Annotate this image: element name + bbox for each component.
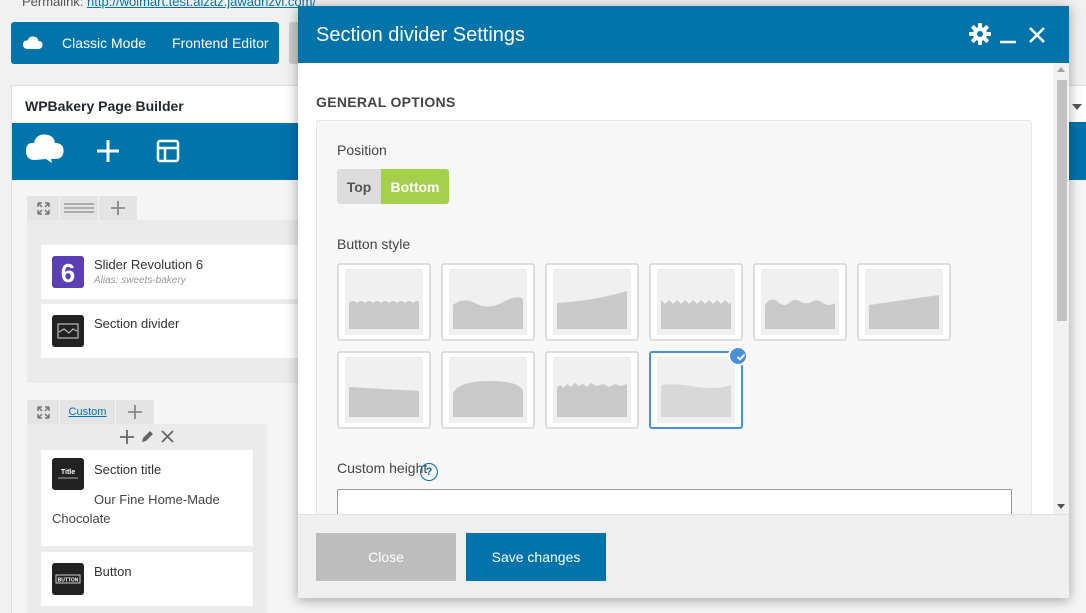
permalink-url[interactable]: http://wolmart.test.aizaz.jawadrizvi.com… [87, 0, 316, 9]
row-add-icon[interactable] [99, 196, 137, 220]
frontend-editor-button[interactable]: Frontend Editor [172, 35, 269, 51]
svg-text:6: 6 [61, 258, 75, 288]
position-label: Position [337, 142, 387, 158]
gear-icon[interactable] [969, 23, 991, 50]
section-title-icon: Title [52, 458, 84, 490]
save-changes-button[interactable]: Save changes [466, 533, 606, 581]
column-edit-icon[interactable] [140, 430, 154, 449]
general-options-panel: Position Top Bottom Button style Custom … [316, 120, 1032, 514]
caret-down-icon[interactable] [1072, 97, 1082, 115]
row2-controls: Custom [27, 400, 155, 424]
wpbakery-logo-icon[interactable] [26, 133, 64, 168]
element-slider-revolution[interactable]: 6 Slider Revolution 6 Alias: sweets-bake… [41, 245, 313, 299]
element-text: Our Fine Home-Made Chocolate [52, 492, 220, 526]
add-element-icon[interactable] [96, 139, 120, 168]
classic-mode-button[interactable]: Classic Mode [62, 35, 146, 51]
element-button[interactable]: BUTTON Button [41, 552, 253, 606]
modal-scrollbar[interactable] [1053, 63, 1069, 514]
slider-revolution-icon: 6 [52, 256, 84, 288]
element-section-divider[interactable]: Section divider [41, 304, 313, 358]
help-icon[interactable]: ? [420, 463, 438, 481]
templates-icon[interactable] [156, 139, 180, 168]
row2-column: Title Section title Our Fine Home-Made C… [27, 424, 267, 613]
style-option-slope-up[interactable] [857, 263, 951, 341]
style-option-waves-small[interactable] [337, 263, 431, 341]
style-option-slope-down[interactable] [337, 351, 431, 429]
permalink-label: Permalink: [22, 0, 84, 9]
element-title: Section divider [94, 316, 180, 331]
style-option-soft-wave[interactable] [649, 346, 748, 429]
scroll-up-arrow-icon[interactable] [1057, 67, 1065, 72]
permalink: Permalink: http://wolmart.test.aizaz.jaw… [22, 0, 316, 9]
modal-title: Section divider Settings [316, 24, 526, 46]
style-option-rough-top[interactable] [545, 351, 639, 429]
style-option-hill-wave[interactable] [441, 263, 535, 341]
section-heading: GENERAL OPTIONS [316, 94, 456, 110]
modal-header: Section divider Settings [298, 6, 1069, 63]
position-option-top[interactable]: Top [337, 169, 381, 204]
wpbakery-logo-icon [23, 36, 43, 50]
close-button[interactable]: Close [316, 533, 456, 581]
modal-body: GENERAL OPTIONS Position Top Bottom Butt… [298, 63, 1053, 514]
scrollbar-thumb[interactable] [1057, 80, 1067, 321]
row-custom-layout-link[interactable]: Custom [60, 400, 115, 424]
row-add-icon[interactable] [116, 400, 154, 424]
element-title: Slider Revolution 6 [94, 257, 204, 272]
button-element-icon: BUTTON [52, 563, 84, 595]
position-option-bottom[interactable]: Bottom [381, 169, 449, 204]
scroll-down-arrow-icon[interactable] [1057, 504, 1065, 509]
row1-controls [27, 196, 138, 220]
position-toggle: Top Bottom [337, 169, 449, 204]
element-title: Section title [94, 462, 162, 477]
element-section-title[interactable]: Title Section title Our Fine Home-Made C… [41, 450, 253, 546]
custom-height-label: Custom height [337, 460, 428, 476]
style-option-slope-curve[interactable] [545, 263, 639, 341]
row-layout-icon[interactable] [60, 196, 98, 220]
selected-check-icon [728, 346, 748, 366]
column-delete-icon[interactable] [161, 430, 174, 448]
settings-modal: Section divider Settings GENERAL OPTIONS… [298, 6, 1069, 598]
close-icon[interactable] [1028, 26, 1046, 49]
section-title-icon-text: Title [61, 469, 75, 476]
element-title: Button [94, 564, 132, 579]
style-option-arch[interactable] [441, 351, 535, 429]
button-style-label: Button style [337, 236, 411, 252]
row1-column: 6 Slider Revolution 6 Alias: sweets-bake… [27, 220, 327, 383]
style-option-zigzag[interactable] [649, 263, 743, 341]
minimize-icon[interactable] [999, 26, 1017, 49]
editor-mode-bar: Classic Mode Frontend Editor [11, 22, 279, 64]
row-move-icon[interactable] [27, 400, 59, 424]
style-option-bumps[interactable] [753, 263, 847, 341]
column-add-icon[interactable] [120, 430, 134, 449]
button-icon-text: BUTTON [58, 578, 79, 584]
element-subtitle: Alias: sweets-bakery [94, 275, 186, 286]
modal-footer: Close Save changes [298, 514, 1069, 598]
row-move-icon[interactable] [27, 196, 59, 220]
section-divider-icon [52, 315, 84, 347]
custom-height-input[interactable] [337, 489, 1012, 514]
